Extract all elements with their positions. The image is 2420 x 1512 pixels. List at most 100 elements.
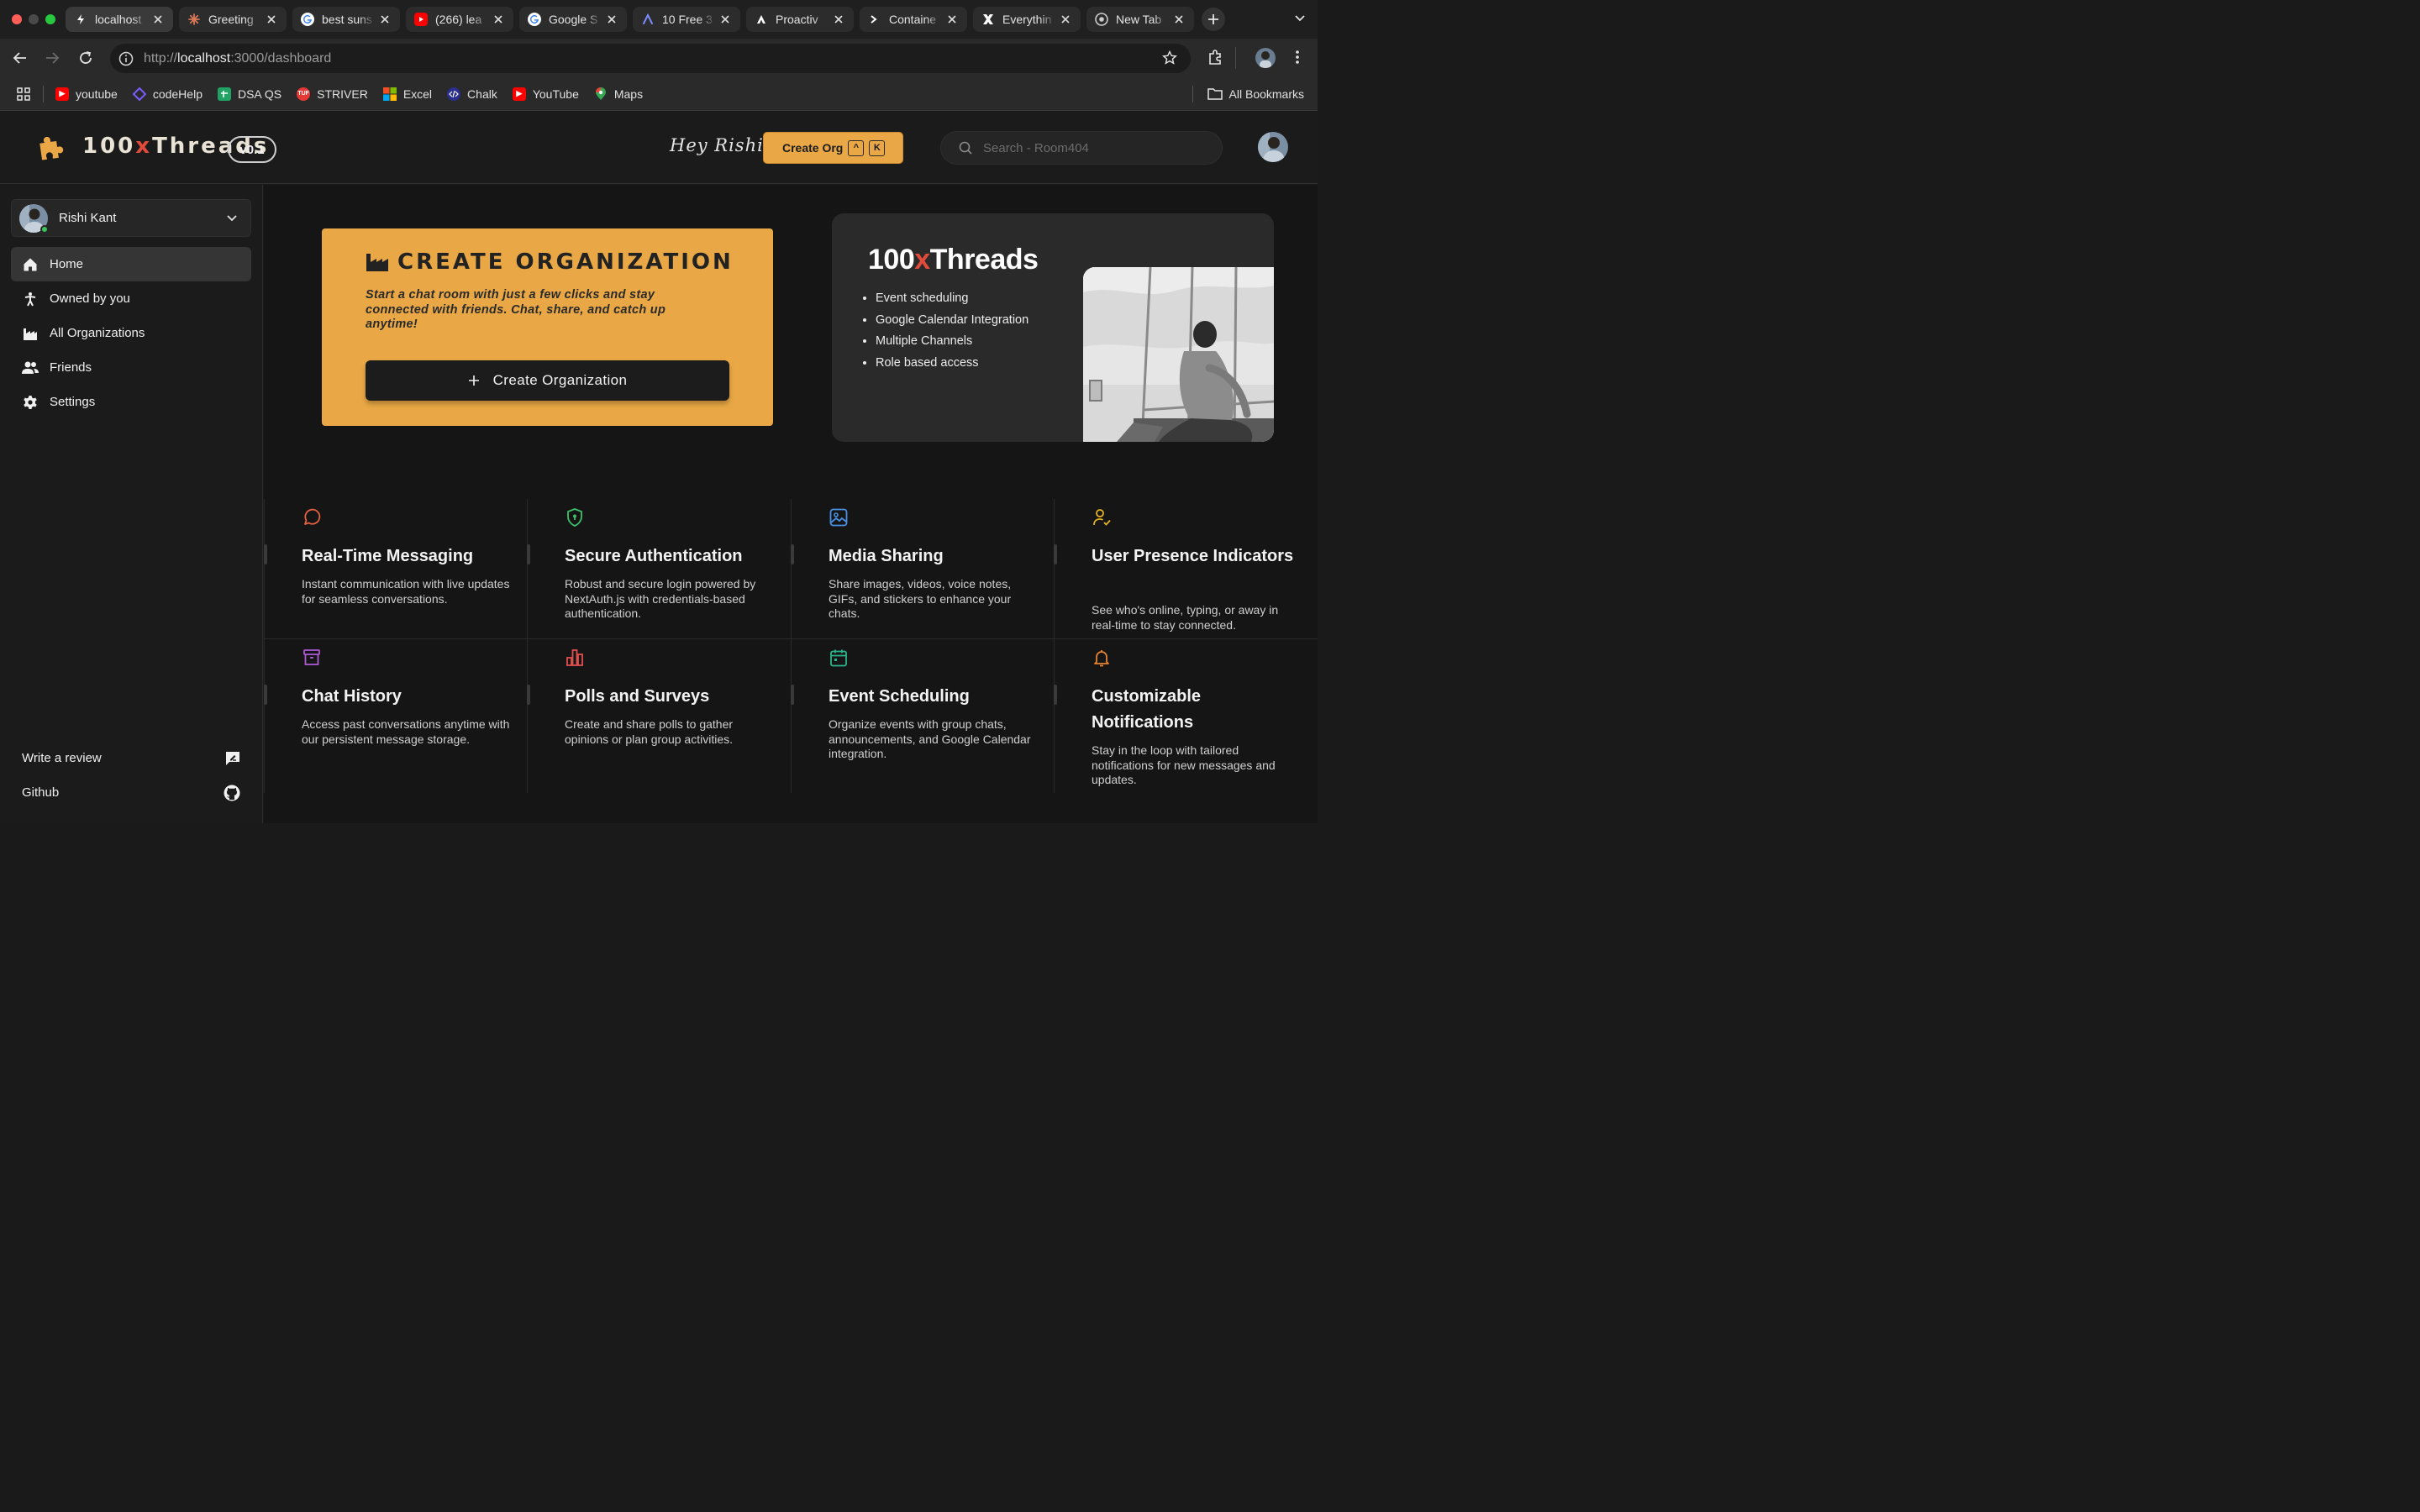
browser-tab-bar: localhost Greeting best suns (266) lea G… [0, 0, 1318, 39]
forward-button[interactable] [43, 49, 61, 67]
browser-tab[interactable]: Containe [860, 7, 967, 32]
x-logo-icon [981, 13, 995, 26]
close-tab-icon[interactable] [832, 13, 845, 26]
list-item: Event scheduling [876, 291, 1028, 313]
search-input[interactable] [983, 140, 1202, 155]
minimize-window-button[interactable] [29, 14, 39, 24]
version-badge: v0.1 [228, 136, 276, 163]
search-bar [940, 131, 1223, 165]
browser-tab[interactable]: Greeting [179, 7, 287, 32]
shortcut-key-k: K [869, 139, 886, 156]
puzzle-logo-icon[interactable] [35, 132, 66, 162]
close-tab-icon[interactable] [1172, 13, 1186, 26]
feature-title: Secure Authentication [565, 547, 743, 565]
youtube-icon: ▶ [55, 87, 69, 101]
image-icon [829, 507, 849, 528]
close-tab-icon[interactable] [718, 13, 732, 26]
bookmark-label: STRIVER [317, 87, 368, 101]
all-bookmarks-button[interactable]: All Bookmarks [1207, 87, 1304, 101]
extensions-button[interactable] [1207, 49, 1223, 66]
github-label: Github [22, 785, 60, 800]
bookmark-star-icon[interactable] [1162, 50, 1177, 66]
org-card-title: CREATE ORGANIZATION [366, 249, 734, 275]
user-switcher[interactable]: Rishi Kant [11, 199, 251, 237]
write-review-label: Write a review [22, 751, 102, 765]
sidebar-item-label: Friends [50, 360, 92, 375]
browser-tab[interactable]: New Tab [1086, 7, 1194, 32]
browser-menu-button[interactable] [1292, 49, 1302, 66]
browser-tab[interactable]: (266) lea [406, 7, 513, 32]
feature-card: Secure Authentication Robust and secure … [527, 499, 790, 638]
sidebar-item-settings[interactable]: Settings [11, 385, 251, 419]
promo-feature-list: Event scheduling Google Calendar Integra… [876, 291, 1028, 377]
close-window-button[interactable] [12, 14, 22, 24]
promo-card: 100xThreads Event scheduling Google Cale… [832, 213, 1274, 442]
bookmark-item[interactable]: DSA QS [217, 87, 281, 101]
bookmark-item[interactable]: codeHelp [132, 87, 203, 101]
sidebar-item-owned[interactable]: Owned by you [11, 281, 251, 316]
factory-icon [366, 252, 389, 272]
tab-label: Greeting [208, 13, 254, 26]
feature-description: Share images, videos, voice notes, GIFs,… [829, 577, 1012, 620]
back-button[interactable] [11, 49, 29, 67]
profile-avatar[interactable] [1255, 48, 1276, 68]
drag-handle [1054, 685, 1057, 705]
bookmark-item[interactable]: Excel [382, 87, 432, 101]
browser-tab[interactable]: localhost [66, 7, 173, 32]
sidebar-item-friends[interactable]: Friends [11, 350, 251, 385]
create-org-label: Create Org [782, 141, 844, 155]
feature-title: Customizable Notifications [1092, 687, 1202, 732]
close-tab-icon[interactable] [492, 13, 505, 26]
browser-tab[interactable]: Everythin [973, 7, 1081, 32]
bookmark-item[interactable]: ▶ youtube [55, 87, 118, 101]
review-icon [225, 751, 240, 766]
tab-label: 10 Free 3 [662, 13, 713, 26]
browser-tab[interactable]: 10 Free 3 [633, 7, 740, 32]
tab-search-button[interactable] [1294, 12, 1306, 24]
apps-grid-icon[interactable] [16, 87, 31, 102]
bookmark-item[interactable]: ▶ YouTube [512, 87, 579, 101]
sidebar-item-label: Home [50, 257, 84, 271]
sheets-icon [217, 87, 231, 101]
feature-card: Real-Time Messaging Instant communicatio… [264, 499, 527, 638]
feature-description: Stay in the loop with tailored notificat… [1092, 743, 1276, 786]
reload-icon [80, 51, 92, 64]
new-tab-button[interactable] [1202, 8, 1225, 31]
sidebar-item-label: Settings [50, 395, 96, 409]
reload-button[interactable] [76, 49, 95, 67]
close-tab-icon[interactable] [265, 13, 278, 26]
tab-label: Google S [549, 13, 598, 26]
site-info-icon[interactable] [117, 50, 135, 68]
microsoft-icon [382, 87, 397, 101]
create-organization-label: Create Organization [492, 372, 628, 388]
bookmark-item[interactable]: Chalk [447, 87, 497, 101]
sidebar-item-home[interactable]: Home [11, 247, 251, 281]
close-tab-icon[interactable] [945, 13, 959, 26]
feature-description: Access past conversations anytime with o… [302, 717, 510, 746]
drag-handle [791, 544, 794, 564]
bookmark-item[interactable]: Maps [594, 87, 643, 101]
shield-icon [565, 507, 585, 528]
browser-tab[interactable]: Proactiv [746, 7, 854, 32]
tab-label: New Tab [1116, 13, 1162, 26]
sidebar-item-label: All Organizations [50, 326, 145, 340]
address-bar[interactable]: http://localhost:3000/dashboard [110, 44, 1191, 73]
create-organization-button[interactable]: Create Organization [366, 360, 729, 401]
sidebar-item-label: Owned by you [50, 291, 130, 306]
close-tab-icon[interactable] [378, 13, 392, 26]
user-avatar[interactable] [1258, 132, 1288, 162]
browser-tab[interactable]: Google S [519, 7, 627, 32]
create-org-button[interactable]: Create Org ^ K [763, 132, 903, 164]
write-review-button[interactable]: Write a review [11, 741, 251, 775]
github-button[interactable]: Github [11, 775, 251, 810]
sidebar-item-all-organizations[interactable]: All Organizations [11, 316, 251, 350]
browser-tab[interactable]: best suns [292, 7, 400, 32]
close-tab-icon[interactable] [605, 13, 618, 26]
list-item: Multiple Channels [876, 334, 1028, 356]
close-tab-icon[interactable] [151, 13, 165, 26]
maximize-window-button[interactable] [45, 14, 55, 24]
tuf-icon: TUF [297, 87, 311, 101]
bookmark-item[interactable]: TUF STRIVER [297, 87, 368, 101]
tab-label: localhost [95, 13, 142, 26]
close-tab-icon[interactable] [1059, 13, 1072, 26]
